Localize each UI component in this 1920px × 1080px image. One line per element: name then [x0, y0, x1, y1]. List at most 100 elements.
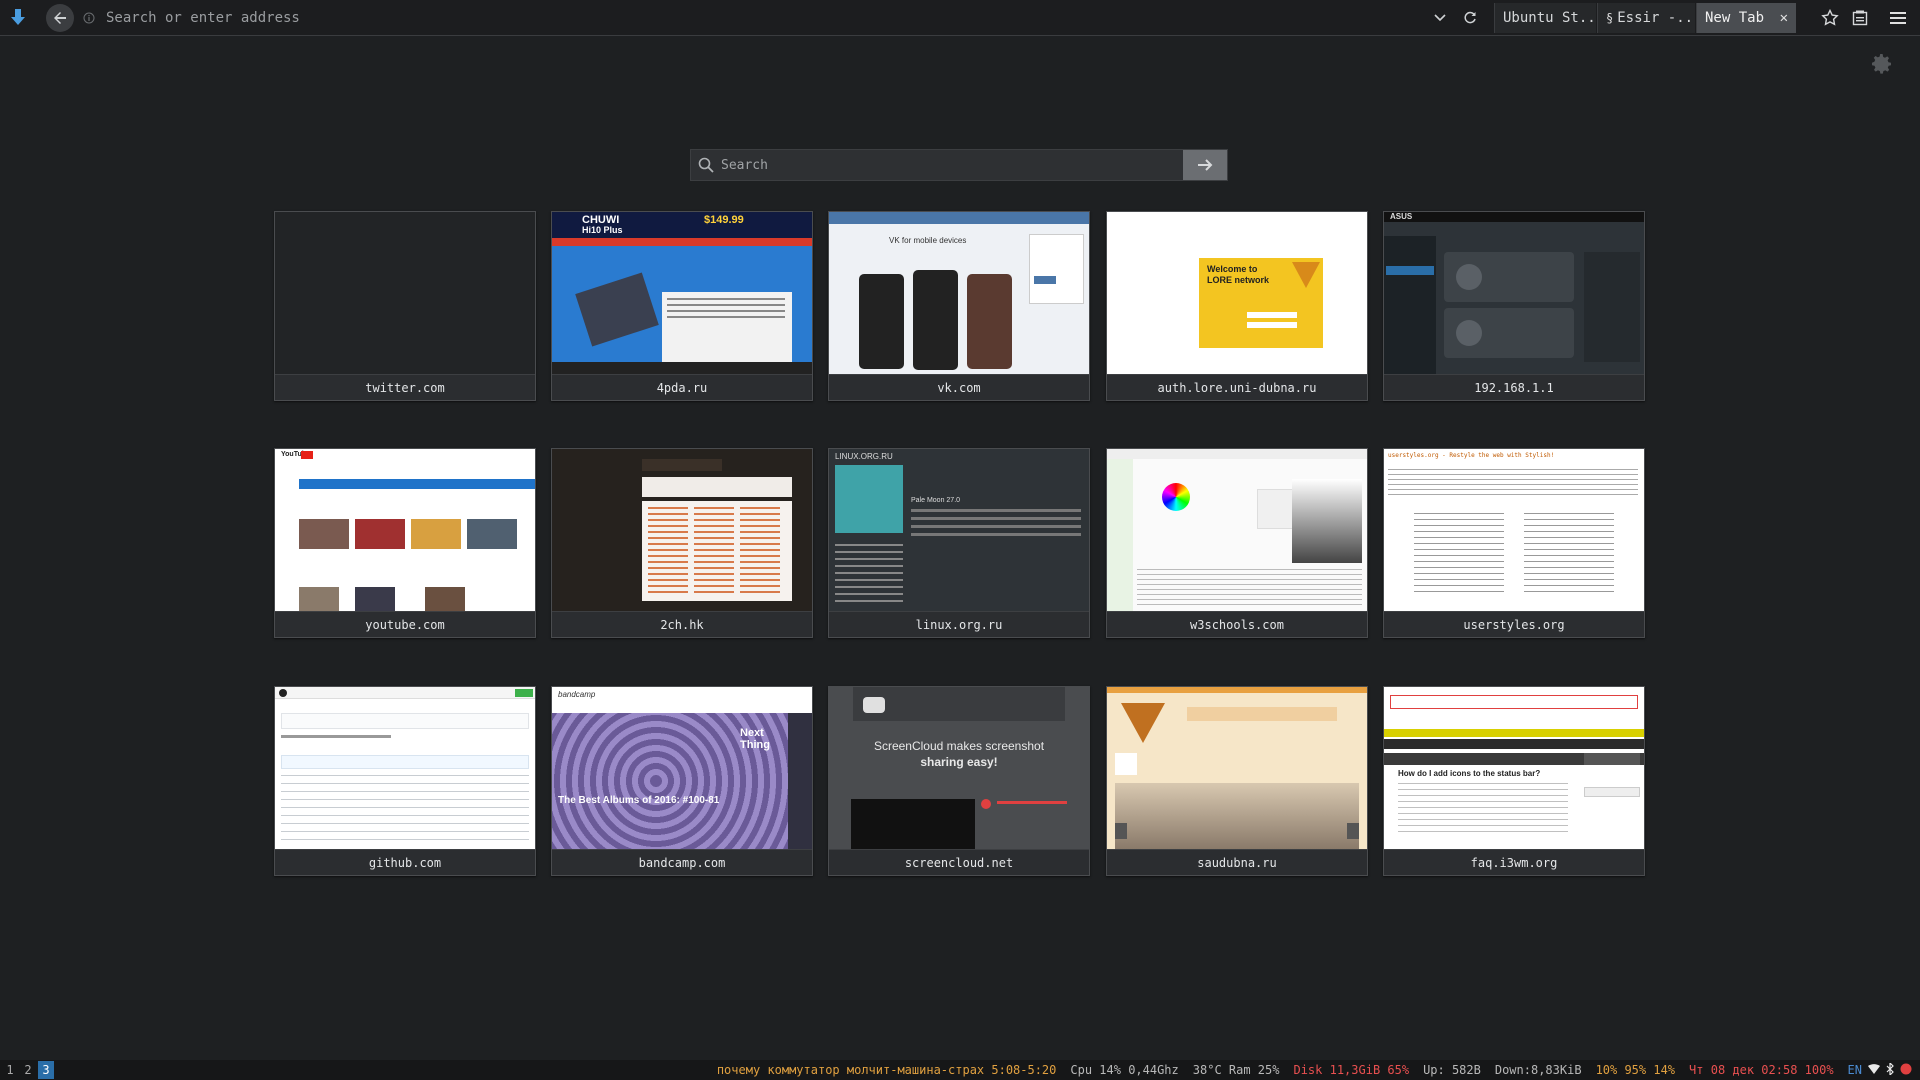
tile-label: 192.168.1.1 — [1384, 374, 1644, 400]
thumb-text: sharing easy! — [920, 755, 998, 769]
tab-new-tab[interactable]: New Tab ✕ — [1696, 3, 1796, 33]
tile-label: faq.i3wm.org — [1384, 849, 1644, 875]
top-site-tile[interactable]: saudubna.ru — [1106, 686, 1368, 876]
levels-status: 10% 95% 14% — [1595, 1063, 1676, 1077]
thumbnail — [552, 449, 812, 611]
thumb-text: Pale Moon 27.0 — [911, 497, 961, 504]
disk-status: Disk 11,3GiB 65% — [1293, 1063, 1410, 1077]
top-site-tile[interactable]: bandcamp The Best Albums of 2016: #100-8… — [551, 686, 813, 876]
thumbnail: CHUWI Hi10 Plus $149.99 — [552, 212, 812, 374]
info-icon[interactable] — [78, 12, 100, 24]
tile-label: vk.com — [829, 374, 1089, 400]
net-down-status: Down:8,83KiB — [1494, 1063, 1582, 1077]
thumbnail: bandcamp The Best Albums of 2016: #100-8… — [552, 687, 812, 849]
thumbnail — [275, 212, 535, 374]
search-icon — [691, 150, 721, 180]
thumb-text: LINUX.ORG.RU — [835, 452, 893, 461]
workspace-3-button[interactable]: 3 — [38, 1061, 54, 1079]
net-up-status: Up: 582B — [1423, 1063, 1481, 1077]
history-dropdown-button[interactable] — [1430, 8, 1450, 28]
tile-label: screencloud.net — [829, 849, 1089, 875]
status-blocks: почему коммутатор молчит-машина-страх 5:… — [703, 1060, 1912, 1080]
search-input[interactable] — [721, 150, 1183, 180]
cpu-status: Cpu 14% 0,44Ghz — [1070, 1063, 1179, 1077]
close-tab-icon[interactable]: ✕ — [1772, 10, 1788, 26]
newtab-search-box — [690, 149, 1228, 181]
thumbnail — [1107, 687, 1367, 849]
power-icon[interactable] — [1900, 1063, 1912, 1078]
top-site-tile[interactable]: YouTube youtube.com — [274, 448, 536, 638]
main-menu-button[interactable] — [1886, 6, 1910, 30]
top-site-tile[interactable]: ASUS 192.168.1.1 — [1383, 211, 1645, 401]
arrow-right-icon — [1198, 159, 1213, 171]
bookmarks-menu-button[interactable] — [1848, 6, 1872, 30]
tab-label: Ubuntu St... — [1503, 10, 1596, 26]
i3-status-bar: 1 2 3 почему коммутатор молчит-машина-ст… — [0, 1060, 1920, 1080]
tab-label: Essir -... — [1617, 10, 1695, 26]
thumb-text: ASUS — [1390, 212, 1413, 221]
top-site-tile[interactable]: LINUX.ORG.RU Pale Moon 27.0 linux.org.ru — [828, 448, 1090, 638]
top-site-tile[interactable]: w3schools.com — [1106, 448, 1368, 638]
tab-essir[interactable]: § Essir -... — [1597, 3, 1695, 33]
search-submit-button[interactable] — [1183, 150, 1227, 180]
browser-toolbar: Ubuntu St... § Essir -... New Tab ✕ — [0, 0, 1920, 36]
temp-ram-status: 38°C Ram 25% — [1192, 1063, 1280, 1077]
top-site-tile[interactable]: github.com — [274, 686, 536, 876]
wifi-icon[interactable] — [1868, 1063, 1880, 1077]
thumb-text: ScreenCloud makes screenshot — [873, 739, 1045, 753]
thumbnail: ScreenCloud makes screenshot sharing eas… — [829, 687, 1089, 849]
top-site-tile[interactable]: userstyles.org - Restyle the web with St… — [1383, 448, 1645, 638]
top-site-tile[interactable]: twitter.com — [274, 211, 536, 401]
bluetooth-icon[interactable] — [1886, 1061, 1894, 1078]
thumbnail: ASUS — [1384, 212, 1644, 374]
tab-label: New Tab — [1705, 10, 1765, 26]
tile-label: 4pda.ru — [552, 374, 812, 400]
tab-ubuntu[interactable]: Ubuntu St... — [1494, 3, 1596, 33]
top-site-tile[interactable]: Welcome to LORE network auth.lore.uni-du… — [1106, 211, 1368, 401]
download-arrow-icon — [11, 8, 25, 25]
hamburger-menu-icon — [1890, 12, 1906, 24]
top-site-tile[interactable]: ScreenCloud makes screenshot sharing eas… — [828, 686, 1090, 876]
thumb-text: How do I add icons to the status bar? — [1398, 769, 1541, 778]
thumb-text: bandcamp — [558, 690, 596, 699]
thumbnail: VK for mobile devices — [829, 212, 1089, 374]
thumbnail: Welcome to LORE network — [1107, 212, 1367, 374]
tile-label: bandcamp.com — [552, 849, 812, 875]
thumb-text: userstyles.org - Restyle the web with St… — [1388, 452, 1555, 459]
keyboard-layout-indicator: EN — [1847, 1063, 1862, 1077]
top-site-tile[interactable]: How do I add icons to the status bar? fa… — [1383, 686, 1645, 876]
address-bar[interactable] — [78, 6, 1478, 30]
tile-label: youtube.com — [275, 611, 535, 637]
top-site-tile[interactable]: VK for mobile devices vk.com — [828, 211, 1090, 401]
thumb-text: Next Thing — [740, 727, 770, 751]
top-site-tile[interactable]: 2ch.hk — [551, 448, 813, 638]
bookmark-star-button[interactable] — [1818, 6, 1842, 30]
reload-button[interactable] — [1460, 8, 1480, 28]
gear-icon — [1872, 54, 1891, 74]
star-icon — [1821, 9, 1839, 26]
chevron-down-icon — [1434, 14, 1446, 22]
top-site-tile[interactable]: CHUWI Hi10 Plus $149.99 4pda.ru — [551, 211, 813, 401]
s-favicon-icon: § — [1606, 11, 1614, 25]
thumb-text: Hi10 Plus — [582, 225, 623, 235]
bookmarks-list-icon — [1852, 10, 1868, 26]
thumbnail — [1107, 449, 1367, 611]
thumbnail: YouTube — [275, 449, 535, 611]
workspace-2-button[interactable]: 2 — [20, 1061, 36, 1079]
tile-label: 2ch.hk — [552, 611, 812, 637]
reload-icon — [1464, 11, 1476, 24]
downloads-button[interactable] — [0, 0, 36, 36]
back-button[interactable] — [46, 3, 74, 32]
tile-label: w3schools.com — [1107, 611, 1367, 637]
workspace-1-button[interactable]: 1 — [2, 1061, 18, 1079]
thumb-text: The Best Albums of 2016: #100-81 — [558, 795, 720, 806]
thumbnail: How do I add icons to the status bar? — [1384, 687, 1644, 849]
now-playing: почему коммутатор молчит-машина-страх 5:… — [716, 1063, 1057, 1077]
tile-label: twitter.com — [275, 374, 535, 400]
thumbnail: LINUX.ORG.RU Pale Moon 27.0 — [829, 449, 1089, 611]
newtab-settings-button[interactable] — [1868, 50, 1896, 78]
thumb-text: Welcome to LORE network — [1207, 264, 1270, 285]
thumb-text: VK for mobile devices — [889, 236, 967, 245]
address-input[interactable] — [100, 7, 1478, 29]
tile-label: github.com — [275, 849, 535, 875]
